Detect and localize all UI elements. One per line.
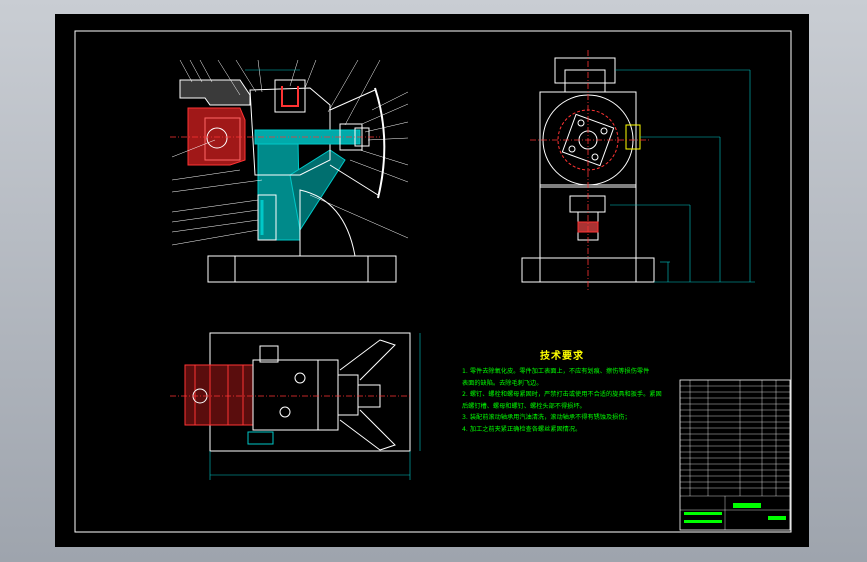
title-block bbox=[679, 379, 791, 531]
note-line: 1. 零件去除氧化皮。零件加工表面上，不应有划痕、擦伤等损伤零件 bbox=[462, 368, 650, 375]
front-section-view bbox=[170, 59, 409, 283]
note-line: 后螺钉槽、螺母和螺钉、螺栓头部不得损坏。 bbox=[462, 402, 586, 410]
side-dimensions bbox=[610, 69, 755, 283]
side-view bbox=[521, 50, 755, 290]
workpiece bbox=[187, 107, 246, 166]
note-line: 4. 加工之前夹紧正确检查各螺丝紧固情况。 bbox=[462, 425, 582, 433]
note-line: 2. 螺钉、螺栓和螺母紧固时，严禁打击或使用不合适的旋具和扳手。紧固 bbox=[462, 391, 662, 399]
title-block-stamp bbox=[733, 503, 761, 508]
technical-requirements-notes: 1. 零件去除氧化皮。零件加工表面上，不应有划痕、擦伤等损伤零件 表面的缺陷。去… bbox=[462, 366, 672, 436]
top-view bbox=[170, 332, 421, 480]
technical-requirements-title: 技术要求 bbox=[540, 351, 584, 362]
drawing-border bbox=[74, 30, 792, 533]
note-line: 3. 装配前滚动轴承用汽油清洗，滚动轴承不得有锈蚀及损伤； bbox=[462, 414, 631, 422]
clamp-jaw bbox=[179, 79, 251, 106]
cad-drawing bbox=[74, 30, 792, 533]
note-line: 表面的缺陷。去除毛刺飞边。 bbox=[462, 379, 543, 387]
